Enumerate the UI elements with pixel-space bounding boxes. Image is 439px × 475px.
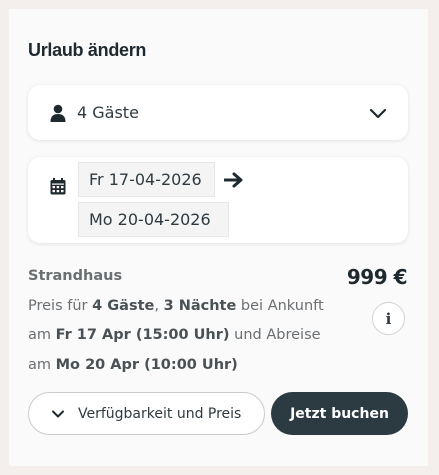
summary-text-part: , [154,297,164,314]
guests-label: 4 Gäste [77,103,139,122]
total-price: 999 € [346,265,408,289]
summary-text-part: Preis für [28,297,93,314]
panel-title: Urlaub ändern [28,40,147,60]
booking-summary: Strandhaus Preis für 4 Gäste, 3 Nächte b… [28,262,328,380]
guests-count: 4 Gäste [92,297,155,314]
chevron-down-icon[interactable] [369,104,387,122]
summary-text: Preis für 4 Gäste, 3 Nächte bei Ankunft … [28,292,328,381]
person-icon [50,104,66,122]
arrival-summary: Fr 17 Apr (15:00 Uhr) [55,327,230,343]
calendar-icon [50,178,66,195]
info-button[interactable]: i [372,302,405,335]
arrival-date-field[interactable]: Fr 17-04-2026 [78,162,215,197]
arrow-right-icon [224,172,244,188]
availability-button-label: Verfügbarkeit und Preis [78,405,242,422]
departure-summary: Mo 20 Apr (10:00 Uhr) [55,356,238,373]
guests-selector[interactable]: 4 Gäste [28,85,408,140]
availability-and-price-button[interactable]: Verfügbarkeit und Preis [28,392,265,435]
departure-date-field[interactable]: Mo 20-04-2026 [78,202,229,237]
nights-count: 3 Nächte [163,297,237,314]
date-range-card: Fr 17-04-2026 Mo 20-04-2026 [28,157,408,243]
change-vacation-panel: Urlaub ändern 4 Gäste Fr 17-04-2026 Mo 2… [9,9,428,466]
property-name: Strandhaus [28,268,123,284]
book-now-button[interactable]: Jetzt buchen [271,392,408,435]
chevron-down-icon [51,407,65,421]
